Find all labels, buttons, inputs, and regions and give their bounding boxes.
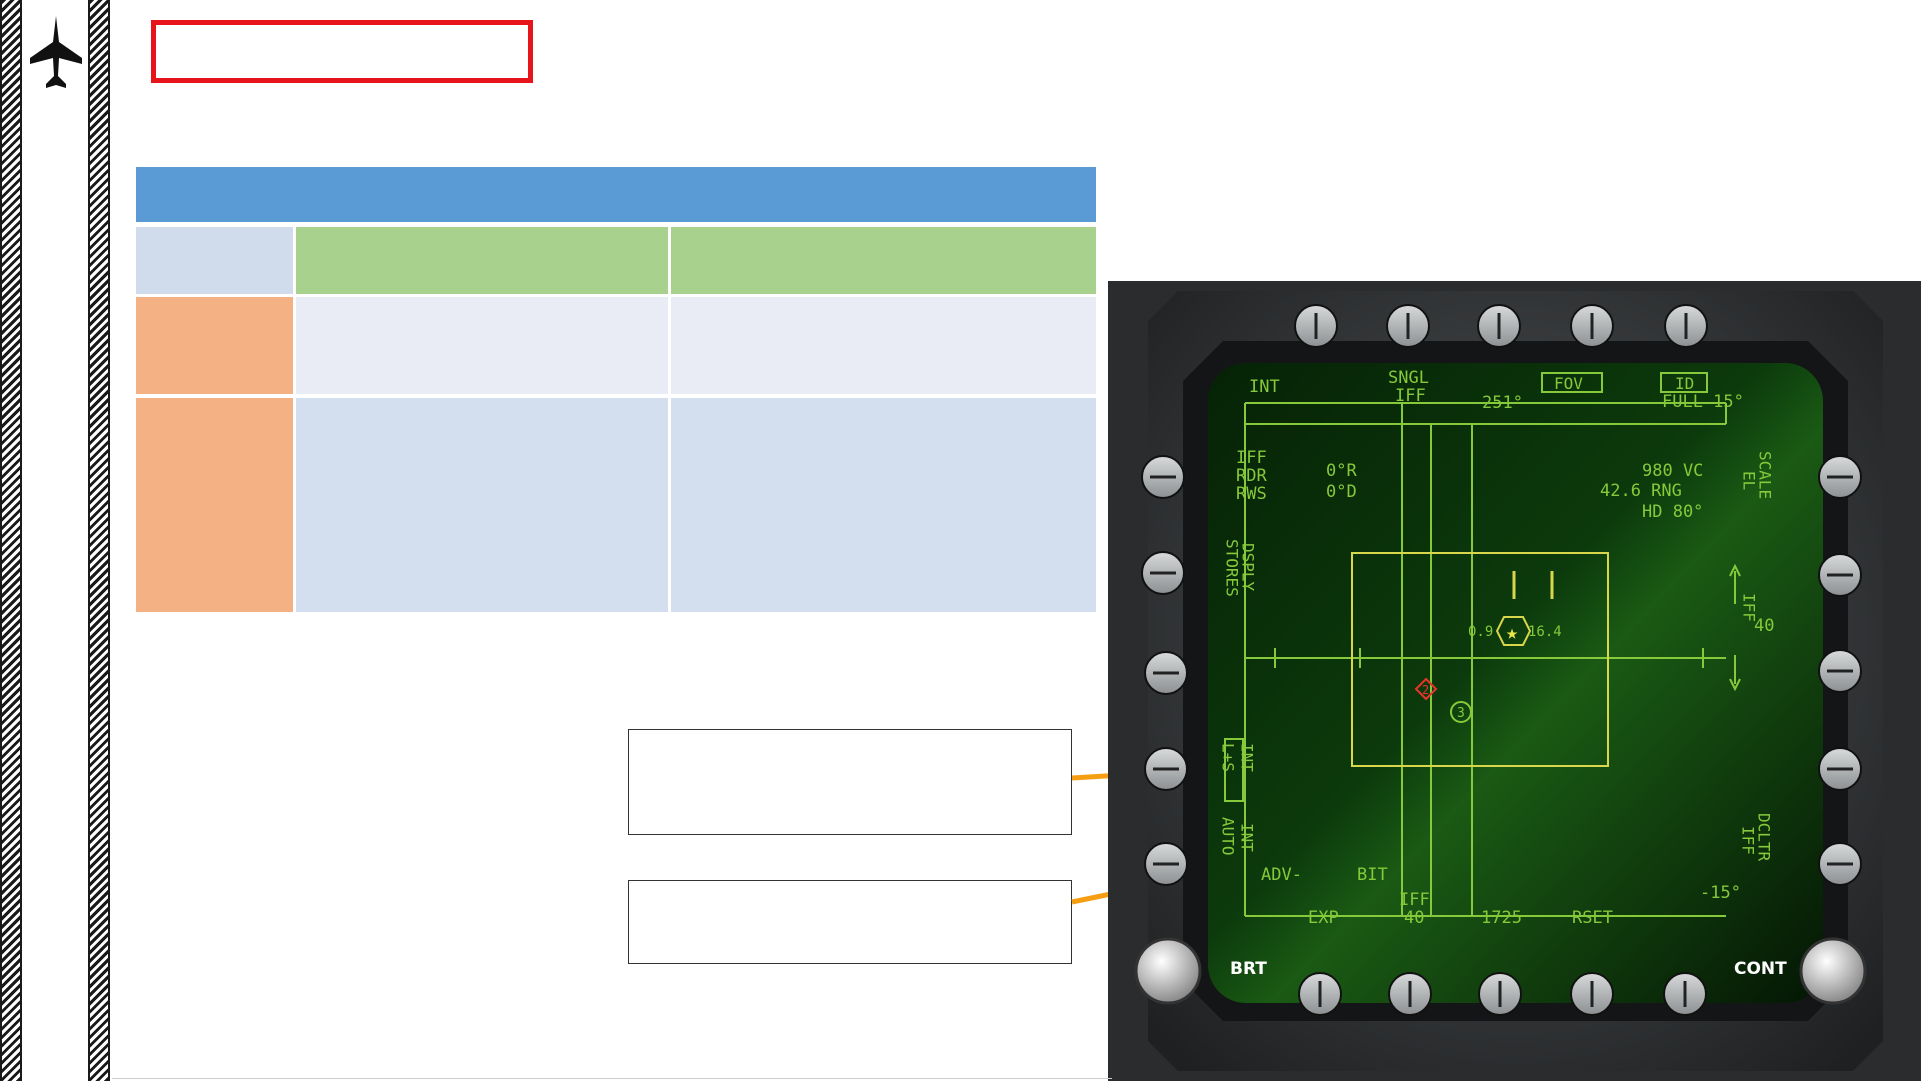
cont-label: CONT — [1734, 959, 1787, 979]
label-rset: RSET — [1572, 908, 1613, 928]
brt-label: BRT — [1230, 959, 1267, 979]
table-col-header-1 — [296, 227, 668, 294]
table-cell-2-2 — [671, 398, 1096, 612]
label-fov: FOV — [1554, 374, 1583, 393]
callout-box-lst — [628, 729, 1072, 835]
table-col-header-2 — [671, 227, 1096, 294]
label-iff-bottom-1: IFF — [1399, 890, 1430, 910]
table-row-label-1 — [136, 297, 293, 394]
label-el: EL — [1740, 471, 1759, 490]
footer-rule — [112, 1078, 1112, 1079]
mfd-display: BRT CONT ★ 0.9 16.4 2 3 INT SNGL IFF FOV… — [1108, 281, 1921, 1081]
target-label-left: 0.9 — [1468, 624, 1493, 640]
label-left-iff: IFF — [1236, 448, 1267, 468]
table-header-bar — [136, 167, 1096, 222]
label-iff-bottom-2: 40 — [1404, 908, 1424, 928]
label-int-low: INT — [1238, 823, 1257, 852]
label-alt: 1725 — [1481, 908, 1522, 928]
label-hd: HD 80° — [1642, 502, 1703, 522]
label-l-s: L+S — [1219, 743, 1238, 772]
target-label-right: 16.4 — [1528, 624, 1562, 640]
left-rail-hatch-inner — [88, 0, 110, 1081]
label-left-rws: RWS — [1236, 484, 1267, 504]
label-elevation: -15° — [1700, 883, 1741, 903]
label-heading: 251° — [1482, 393, 1523, 413]
green-contact-number: 3 — [1457, 706, 1465, 721]
left-rail-hatch-outer — [0, 0, 22, 1081]
label-int-top: INT — [1249, 377, 1280, 397]
red-contact-number: 2 — [1422, 683, 1429, 697]
jet-logo-icon — [30, 16, 82, 88]
label-sngl: SNGL — [1388, 368, 1429, 388]
table-cell-1-1 — [296, 297, 668, 394]
label-auto: AUTO — [1219, 817, 1238, 856]
label-int-mid: INT — [1238, 743, 1257, 772]
info-table — [136, 167, 1096, 615]
slide-title-box — [151, 20, 533, 83]
label-iff-top: IFF — [1395, 386, 1426, 406]
cont-knob[interactable] — [1799, 937, 1867, 1005]
label-iff-r2: IFF — [1739, 826, 1758, 855]
callout-box-auto — [628, 880, 1072, 964]
label-adv: ADV- — [1261, 865, 1302, 885]
label-rng: 42.6 RNG — [1600, 481, 1682, 501]
label-vc: 980 VC — [1642, 461, 1703, 481]
label-dsply: DSPLY — [1239, 543, 1258, 592]
label-bearing-d: 0°D — [1326, 482, 1357, 502]
label-left-rdr: RDR — [1236, 466, 1267, 486]
table-corner-cell — [136, 227, 293, 294]
label-bit: BIT — [1357, 865, 1388, 885]
target-star-icon: ★ — [1506, 620, 1518, 644]
table-cell-2-1 — [296, 398, 668, 612]
mfd-screen — [1208, 363, 1823, 1003]
label-iff-value: 40 — [1754, 616, 1774, 636]
table-row-label-2 — [136, 398, 293, 612]
label-bearing-r: 0°R — [1326, 461, 1357, 481]
table-cell-1-2 — [671, 297, 1096, 394]
brt-knob[interactable] — [1134, 937, 1202, 1005]
label-id: ID — [1675, 374, 1694, 393]
label-full: FULL 15° — [1662, 392, 1744, 412]
label-exp: EXP — [1308, 908, 1339, 928]
